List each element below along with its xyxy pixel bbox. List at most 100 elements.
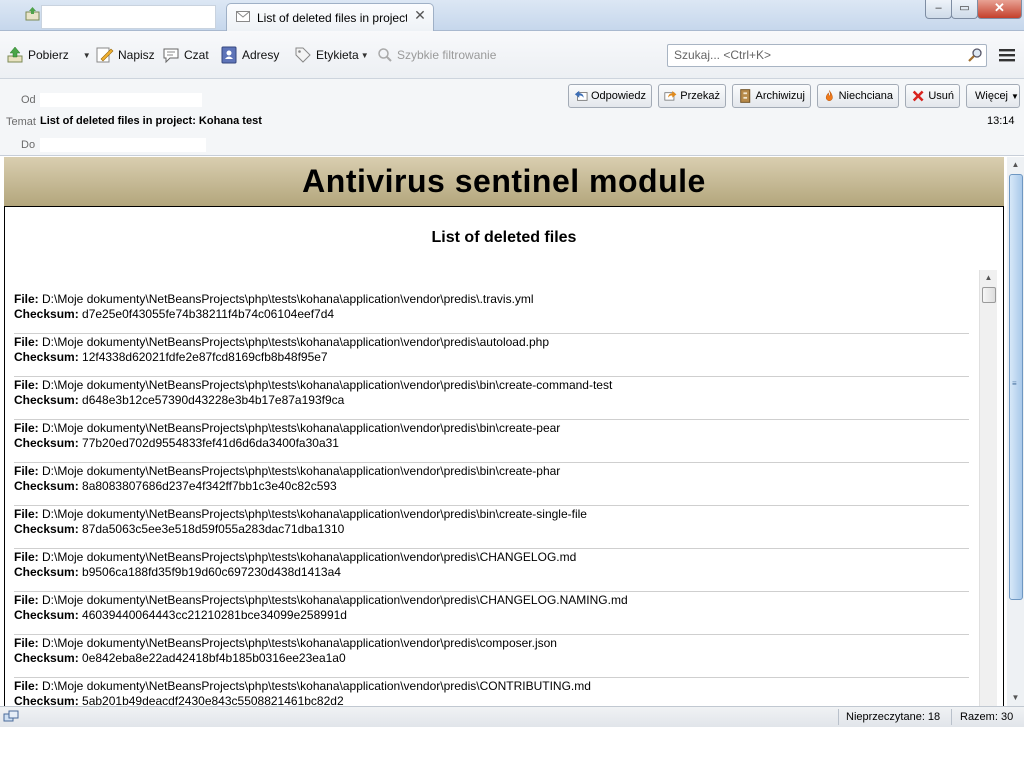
- checksum-value: 87da5063c5ee3e518d59f055a283dac71dba1310: [82, 522, 345, 536]
- get-mail-button[interactable]: Pobierz ▼: [6, 45, 91, 65]
- module-banner: Antivirus sentinel module: [4, 157, 1004, 207]
- file-entry: File: D:\Moje dokumenty\NetBeansProjects…: [14, 507, 969, 549]
- inner-scrollbar[interactable]: ▲: [979, 270, 997, 706]
- chat-bubble-icon: [163, 48, 179, 64]
- pencil-note-icon: [96, 47, 114, 63]
- checksum-row: Checksum: 8a8083807686d237e4f342ff7bb1c3…: [14, 479, 969, 494]
- to-field[interactable]: [40, 138, 206, 152]
- file-path: D:\Moje dokumenty\NetBeansProjects\php\t…: [42, 593, 628, 607]
- file-entry: File: D:\Moje dokumenty\NetBeansProjects…: [14, 593, 969, 635]
- scroll-up-icon[interactable]: ▲: [980, 270, 997, 286]
- file-label: File:: [14, 593, 39, 607]
- file-label: File:: [14, 550, 39, 564]
- outer-scrollbar[interactable]: ▲ ≡ ▼: [1007, 157, 1024, 706]
- address-book-button[interactable]: Adresy: [220, 45, 279, 65]
- close-button[interactable]: ✕: [977, 0, 1022, 19]
- inner-scroll-thumb[interactable]: [982, 287, 996, 303]
- from-label: Od: [21, 94, 36, 106]
- checksum-value: d648e3b12ce57390d43228e3b4b17e87a193f9ca: [82, 393, 345, 407]
- tab-title: List of deleted files in project...: [257, 11, 407, 25]
- file-row: File: D:\Moje dokumenty\NetBeansProjects…: [14, 593, 969, 608]
- report-subtitle: List of deleted files: [431, 229, 577, 246]
- file-path: D:\Moje dokumenty\NetBeansProjects\php\t…: [42, 507, 587, 521]
- deleted-files-list[interactable]: File: D:\Moje dokumenty\NetBeansProjects…: [14, 292, 969, 706]
- envelope-icon: [236, 11, 250, 22]
- forward-button[interactable]: Przekaż: [658, 84, 726, 108]
- archive-button[interactable]: Archiwizuj: [732, 84, 811, 108]
- search-input[interactable]: Szukaj... <Ctrl+K>: [667, 44, 987, 67]
- file-entry: File: D:\Moje dokumenty\NetBeansProjects…: [14, 679, 969, 706]
- checksum-value: 12f4338d62021fdfe2e87fcd8169cfb8b48f95e7: [82, 350, 328, 364]
- tab-message[interactable]: List of deleted files in project... ✕: [226, 3, 434, 31]
- message-body: Antivirus sentinel module List of delete…: [4, 157, 1004, 706]
- chat-button[interactable]: Czat: [162, 45, 209, 65]
- message-time: 13:14: [987, 115, 1015, 127]
- app-menu-icon[interactable]: [998, 48, 1016, 62]
- more-label: Więcej: [975, 90, 1009, 102]
- total-count: Razem: 30: [960, 711, 1014, 723]
- get-mail-label: Pobierz: [28, 48, 69, 62]
- file-entry: File: D:\Moje dokumenty\NetBeansProjects…: [14, 378, 969, 420]
- outer-scroll-up-icon[interactable]: ▲: [1007, 157, 1024, 173]
- quick-filter-button[interactable]: Szybkie filtrowanie: [377, 45, 496, 65]
- checksum-value: 5ab201b49deacdf2430e843c5508821461bc82d2: [82, 694, 344, 706]
- tab-close-icon[interactable]: ✕: [413, 8, 427, 22]
- outer-scroll-down-icon[interactable]: ▼: [1007, 690, 1024, 706]
- file-entry: File: D:\Moje dokumenty\NetBeansProjects…: [14, 636, 969, 678]
- mail-home-icon[interactable]: [25, 7, 40, 21]
- junk-button[interactable]: Niechciana: [817, 84, 899, 108]
- checksum-row: Checksum: 5ab201b49deacdf2430e843c550882…: [14, 694, 969, 706]
- file-entry: File: D:\Moje dokumenty\NetBeansProjects…: [14, 421, 969, 463]
- subject-value: List of deleted files in project: Kohana…: [40, 115, 262, 127]
- file-row: File: D:\Moje dokumenty\NetBeansProjects…: [14, 636, 969, 651]
- from-field[interactable]: [40, 93, 202, 107]
- maximize-button[interactable]: ▭: [951, 0, 978, 19]
- file-row: File: D:\Moje dokumenty\NetBeansProjects…: [14, 335, 969, 350]
- file-entry: File: D:\Moje dokumenty\NetBeansProjects…: [14, 550, 969, 592]
- checksum-label: Checksum:: [14, 393, 79, 407]
- file-entry: File: D:\Moje dokumenty\NetBeansProjects…: [14, 292, 969, 334]
- junk-flame-icon: [825, 90, 833, 101]
- address-book-icon: [221, 46, 237, 64]
- checksum-label: Checksum:: [14, 436, 79, 450]
- checksum-value: 8a8083807686d237e4f342ff7bb1c3e40c82c593: [82, 479, 337, 493]
- home-tab[interactable]: [41, 5, 216, 29]
- more-dropdown-icon: ▼: [1011, 91, 1019, 101]
- checksum-row: Checksum: d648e3b12ce57390d43228e3b4b17e…: [14, 393, 969, 408]
- get-mail-dropdown-icon[interactable]: ▼: [83, 51, 91, 60]
- file-row: File: D:\Moje dokumenty\NetBeansProjects…: [14, 464, 969, 479]
- file-label: File:: [14, 636, 39, 650]
- archive-label: Archiwizuj: [755, 90, 805, 102]
- checksum-value: 0e842eba8e22ad42418bf4b185b0316ee23ea1a0: [82, 651, 346, 665]
- file-path: D:\Moje dokumenty\NetBeansProjects\php\t…: [42, 378, 613, 392]
- file-label: File:: [14, 507, 39, 521]
- delete-button[interactable]: Usuń: [905, 84, 960, 108]
- tag-button[interactable]: Etykieta ▼: [294, 45, 369, 65]
- file-path: D:\Moje dokumenty\NetBeansProjects\php\t…: [42, 335, 549, 349]
- delete-label: Usuń: [928, 90, 954, 102]
- file-label: File:: [14, 335, 39, 349]
- quick-filter-label: Szybkie filtrowanie: [397, 48, 497, 62]
- file-path: D:\Moje dokumenty\NetBeansProjects\php\t…: [42, 421, 561, 435]
- file-entry: File: D:\Moje dokumenty\NetBeansProjects…: [14, 464, 969, 506]
- reply-button[interactable]: Odpowiedz: [568, 84, 652, 108]
- checksum-label: Checksum:: [14, 694, 79, 706]
- reply-label: Odpowiedz: [590, 90, 646, 102]
- tag-dropdown-icon[interactable]: ▼: [361, 51, 369, 60]
- online-status-icon[interactable]: [3, 710, 19, 724]
- tag-icon: [295, 47, 311, 63]
- chat-label: Czat: [184, 48, 209, 62]
- search-icon[interactable]: [967, 47, 983, 63]
- file-label: File:: [14, 292, 39, 306]
- more-button[interactable]: Więcej ▼: [966, 84, 1020, 108]
- status-bar: Nieprzeczytane: 18 Razem: 30: [0, 706, 1024, 727]
- checksum-label: Checksum:: [14, 565, 79, 579]
- minimize-button[interactable]: –: [925, 0, 952, 19]
- banner-title: Antivirus sentinel module: [302, 163, 706, 199]
- title-bar: List of deleted files in project... ✕ – …: [0, 0, 1024, 31]
- file-path: D:\Moje dokumenty\NetBeansProjects\php\t…: [42, 679, 591, 693]
- checksum-row: Checksum: 77b20ed702d9554833fef41d6d6da3…: [14, 436, 969, 451]
- to-label: Do: [21, 139, 36, 151]
- archive-icon: [740, 89, 751, 103]
- write-button[interactable]: Napisz: [96, 45, 155, 65]
